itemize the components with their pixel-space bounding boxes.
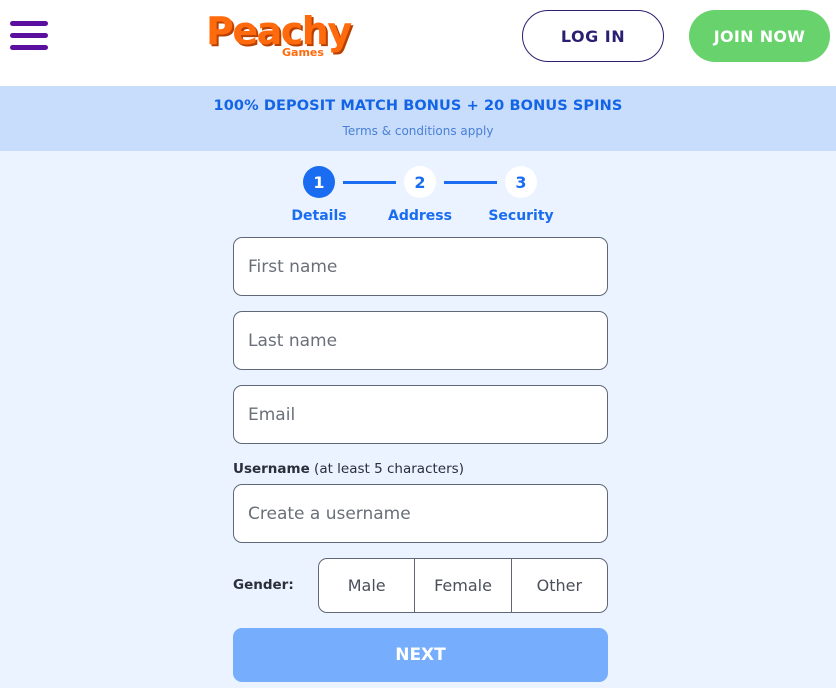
email-input[interactable] bbox=[233, 385, 608, 444]
step-2-label: Address bbox=[388, 208, 452, 224]
site-header: Peachy Games LOG IN JOIN NOW bbox=[0, 0, 836, 86]
join-now-button[interactable]: JOIN NOW bbox=[689, 10, 830, 62]
step-3-circle: 3 bbox=[505, 166, 537, 198]
gender-option-other[interactable]: Other bbox=[512, 559, 607, 612]
hamburger-bar bbox=[10, 45, 48, 50]
terms-link[interactable]: Terms & conditions apply bbox=[0, 124, 836, 138]
hamburger-menu-icon[interactable] bbox=[10, 21, 48, 51]
gender-label: Gender: bbox=[233, 577, 294, 593]
step-3-label: Security bbox=[488, 208, 554, 224]
hamburger-bar bbox=[10, 33, 48, 38]
gender-selector: Male Female Other bbox=[318, 558, 608, 613]
gender-option-male[interactable]: Male bbox=[319, 559, 416, 612]
username-label: Username (at least 5 characters) bbox=[233, 461, 464, 477]
last-name-input[interactable] bbox=[233, 311, 608, 370]
step-1-circle: 1 bbox=[303, 166, 335, 198]
username-hint: (at least 5 characters) bbox=[309, 461, 464, 477]
promo-banner: 100% DEPOSIT MATCH BONUS + 20 BONUS SPIN… bbox=[0, 86, 836, 151]
hamburger-bar bbox=[10, 21, 48, 26]
step-connector bbox=[444, 181, 497, 184]
logo-wordmark: Peachy bbox=[206, 9, 352, 53]
login-button[interactable]: LOG IN bbox=[522, 10, 664, 62]
first-name-input[interactable] bbox=[233, 237, 608, 296]
peachy-games-logo[interactable]: Peachy Games bbox=[206, 8, 366, 64]
next-button[interactable]: NEXT bbox=[233, 628, 608, 682]
logo-subtext: Games bbox=[282, 46, 324, 59]
gender-option-female[interactable]: Female bbox=[415, 559, 512, 612]
promo-title: 100% DEPOSIT MATCH BONUS + 20 BONUS SPIN… bbox=[213, 98, 623, 114]
step-2-circle: 2 bbox=[404, 166, 436, 198]
username-label-text: Username bbox=[233, 461, 310, 477]
step-connector bbox=[343, 181, 396, 184]
step-1-label: Details bbox=[291, 208, 347, 224]
username-input[interactable] bbox=[233, 484, 608, 543]
